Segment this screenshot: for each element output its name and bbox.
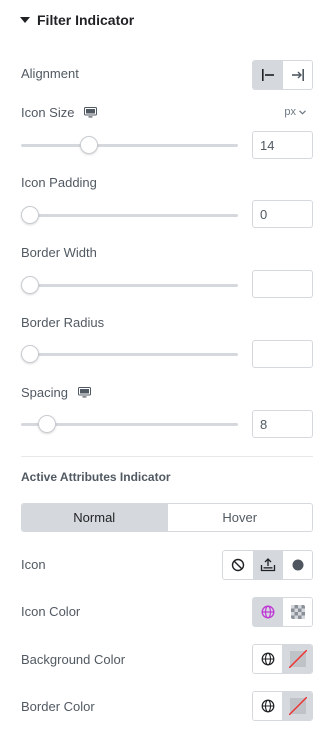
- icon-size-label: Icon Size: [21, 105, 75, 120]
- color-picker-button[interactable]: [282, 598, 312, 626]
- global-color-button[interactable]: [253, 645, 283, 673]
- circle-icon: [292, 559, 304, 571]
- border-color-label: Border Color: [21, 699, 95, 714]
- icon-padding-label: Icon Padding: [21, 175, 97, 190]
- alignment-control: [252, 60, 313, 90]
- global-color-button[interactable]: [253, 692, 283, 720]
- spacing-label-row: Spacing: [21, 385, 91, 400]
- background-color-label: Background Color: [21, 652, 126, 667]
- chevron-down-icon: [299, 109, 306, 115]
- tab-normal[interactable]: Normal: [22, 504, 167, 531]
- slider-thumb[interactable]: [79, 136, 98, 154]
- section-title: Filter Indicator: [37, 12, 135, 28]
- caret-down-icon: [20, 17, 30, 23]
- icon-choice-control: [222, 550, 313, 580]
- border-color-control: [252, 691, 313, 721]
- align-start-icon: [261, 69, 274, 81]
- unit-label: px: [284, 106, 296, 118]
- align-end-icon: [291, 69, 304, 81]
- icon-label: Icon: [21, 557, 46, 572]
- border-width-slider[interactable]: [21, 276, 238, 294]
- active-attributes-title: Active Attributes Indicator: [21, 470, 171, 484]
- slider-thumb[interactable]: [21, 206, 39, 224]
- spacing-label: Spacing: [21, 385, 68, 400]
- none-icon: [231, 558, 245, 572]
- spacing-input[interactable]: 8: [252, 410, 313, 438]
- globe-icon: [261, 605, 275, 619]
- unit-selector[interactable]: px: [284, 106, 306, 118]
- border-radius-label: Border Radius: [21, 315, 105, 330]
- no-color-icon: [288, 650, 307, 668]
- slider-thumb[interactable]: [21, 276, 39, 294]
- icon-size-slider[interactable]: [21, 136, 238, 154]
- icon-circle-button[interactable]: [282, 551, 312, 579]
- slider-track[interactable]: [21, 144, 238, 147]
- alignment-label: Alignment: [21, 66, 79, 81]
- icon-size-label-row: Icon Size: [21, 105, 98, 120]
- section-header[interactable]: Filter Indicator: [20, 12, 134, 28]
- icon-size-input[interactable]: 14: [252, 131, 313, 159]
- no-color-icon: [288, 697, 307, 715]
- desktop-icon[interactable]: [77, 387, 91, 398]
- slider-thumb[interactable]: [37, 415, 56, 433]
- desktop-icon[interactable]: [84, 107, 98, 118]
- color-swatch-icon: [290, 605, 305, 619]
- slider-track[interactable]: [21, 284, 238, 287]
- icon-none-button[interactable]: [223, 551, 253, 579]
- background-color-control: [252, 644, 313, 674]
- spacing-slider[interactable]: [21, 415, 238, 433]
- border-radius-slider[interactable]: [21, 345, 238, 363]
- icon-color-label: Icon Color: [21, 604, 81, 619]
- border-radius-input[interactable]: [252, 340, 313, 368]
- border-width-label: Border Width: [21, 245, 97, 260]
- border-width-input[interactable]: [252, 270, 313, 298]
- tab-hover[interactable]: Hover: [166, 504, 312, 531]
- align-start-button[interactable]: [253, 61, 283, 89]
- upload-icon: [260, 558, 276, 572]
- state-tabs: Normal Hover: [21, 503, 313, 532]
- align-end-button[interactable]: [282, 61, 312, 89]
- icon-padding-input[interactable]: 0: [252, 200, 313, 228]
- slider-thumb[interactable]: [21, 345, 39, 363]
- icon-upload-button[interactable]: [252, 551, 283, 579]
- slider-track[interactable]: [21, 214, 238, 217]
- icon-padding-slider[interactable]: [21, 206, 238, 224]
- color-picker-button[interactable]: [282, 645, 312, 673]
- color-picker-button[interactable]: [282, 692, 312, 720]
- globe-icon: [261, 652, 275, 666]
- globe-icon: [261, 699, 275, 713]
- global-color-button[interactable]: [253, 598, 283, 626]
- slider-track[interactable]: [21, 353, 238, 356]
- divider: [21, 456, 313, 457]
- icon-color-control: [252, 597, 313, 627]
